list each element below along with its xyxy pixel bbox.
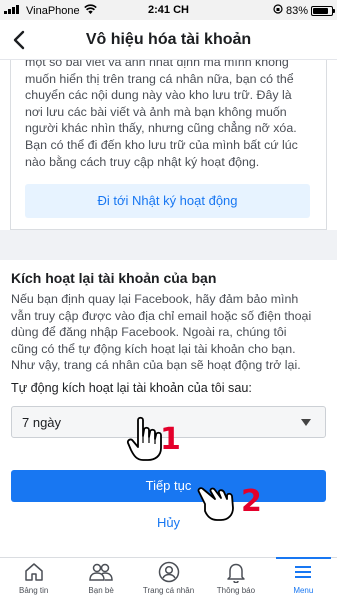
archive-card: một số bài viết và ảnh nhất định mà mình… [0,60,337,228]
reactivate-line: vẫn truy cập được vào địa chỉ email hoặc… [11,308,312,323]
reactivate-section: Kích hoạt lại tài khoản của bạn Nếu bạn … [0,260,337,557]
auto-reactivate-label: Tự động kích hoạt lại tài khoản của tôi … [11,381,252,395]
step-2-label: 2 [241,484,262,519]
tab-notifications[interactable]: Thông báo [202,558,269,597]
reactivate-heading: Kích hoạt lại tài khoản của bạn [11,270,217,286]
archive-line: nào bằng cách truy cập nhật ký hoạt động… [25,154,260,169]
tab-label: Thông báo [216,586,256,595]
profile-icon [158,561,179,583]
tab-label: Bạn bè [88,586,114,595]
archive-line: người khác nhìn thấy, nhưng cũng chẳng n… [25,121,297,136]
page-header: Vô hiệu hóa tài khoản [0,20,337,60]
archive-line: một số bài viết và ảnh nhất định mà mình… [25,60,289,69]
archive-line: nơi lưu các bài viết và ảnh mà bạn không… [25,104,287,119]
step-1-label: 1 [160,422,181,457]
tab-label: Menu [293,586,314,595]
archive-line: Bạn có thể đi đến kho lưu trữ của mình b… [25,137,298,152]
battery-percent: 83% [285,4,308,17]
battery-icon [311,5,335,16]
section-separator [0,230,337,260]
select-value: 7 ngày [22,415,62,430]
rotation-lock-icon [273,4,283,17]
cancel-button[interactable]: Hủy [0,515,337,530]
card-border-left [10,60,11,230]
archive-description: một số bài viết và ảnh nhất định mà mình… [25,60,320,170]
battery-fill [313,7,328,14]
tab-menu[interactable]: Menu [270,557,337,597]
dropdown-caret-icon [301,419,311,426]
tab-label: Bảng tin [19,586,49,595]
archive-line: muốn hiển thị trên trang cá nhân nữa, bạ… [25,71,294,86]
reactivate-line: Nếu bạn định quay lại Facebook, hãy đảm … [11,292,299,306]
status-right: 83% [273,4,335,17]
friends-icon [89,563,113,581]
menu-icon [295,566,312,578]
status-bar: VinaPhone 2:41 CH 83% [0,0,337,20]
reactivate-description: Nếu bạn định quay lại Facebook, hãy đảm … [11,291,329,374]
card-border-right [326,60,327,230]
home-icon [24,563,43,581]
continue-button[interactable]: Tiếp tục [11,470,326,502]
bottom-tab-bar: Bảng tin Bạn bè Trang cá nhân Thông báo … [0,557,337,597]
pointing-hand-icon [126,416,164,467]
archive-line: chuyển các nội dung này vào kho lưu trữ.… [25,88,292,103]
bell-icon [227,563,245,583]
page-title: Vô hiệu hóa tài khoản [85,31,252,48]
tab-profile[interactable]: Trang cá nhân [135,558,202,597]
tab-friends[interactable]: Bạn bè [67,558,134,597]
pointing-hand-icon [197,482,235,527]
tab-news-feed[interactable]: Bảng tin [0,558,67,597]
reactivate-line: Như vậy, trang cá nhân của bạn sẽ hoạt đ… [11,358,301,373]
activity-log-button[interactable]: Đi tới Nhật ký hoạt động [25,184,310,218]
reactivate-line: dùng để đăng nhập Facebook. Ngoài ra, ch… [11,325,287,340]
tab-label: Trang cá nhân [142,586,195,595]
reactivate-line: cũng có thể tự động kích hoạt lại tài kh… [11,341,296,356]
